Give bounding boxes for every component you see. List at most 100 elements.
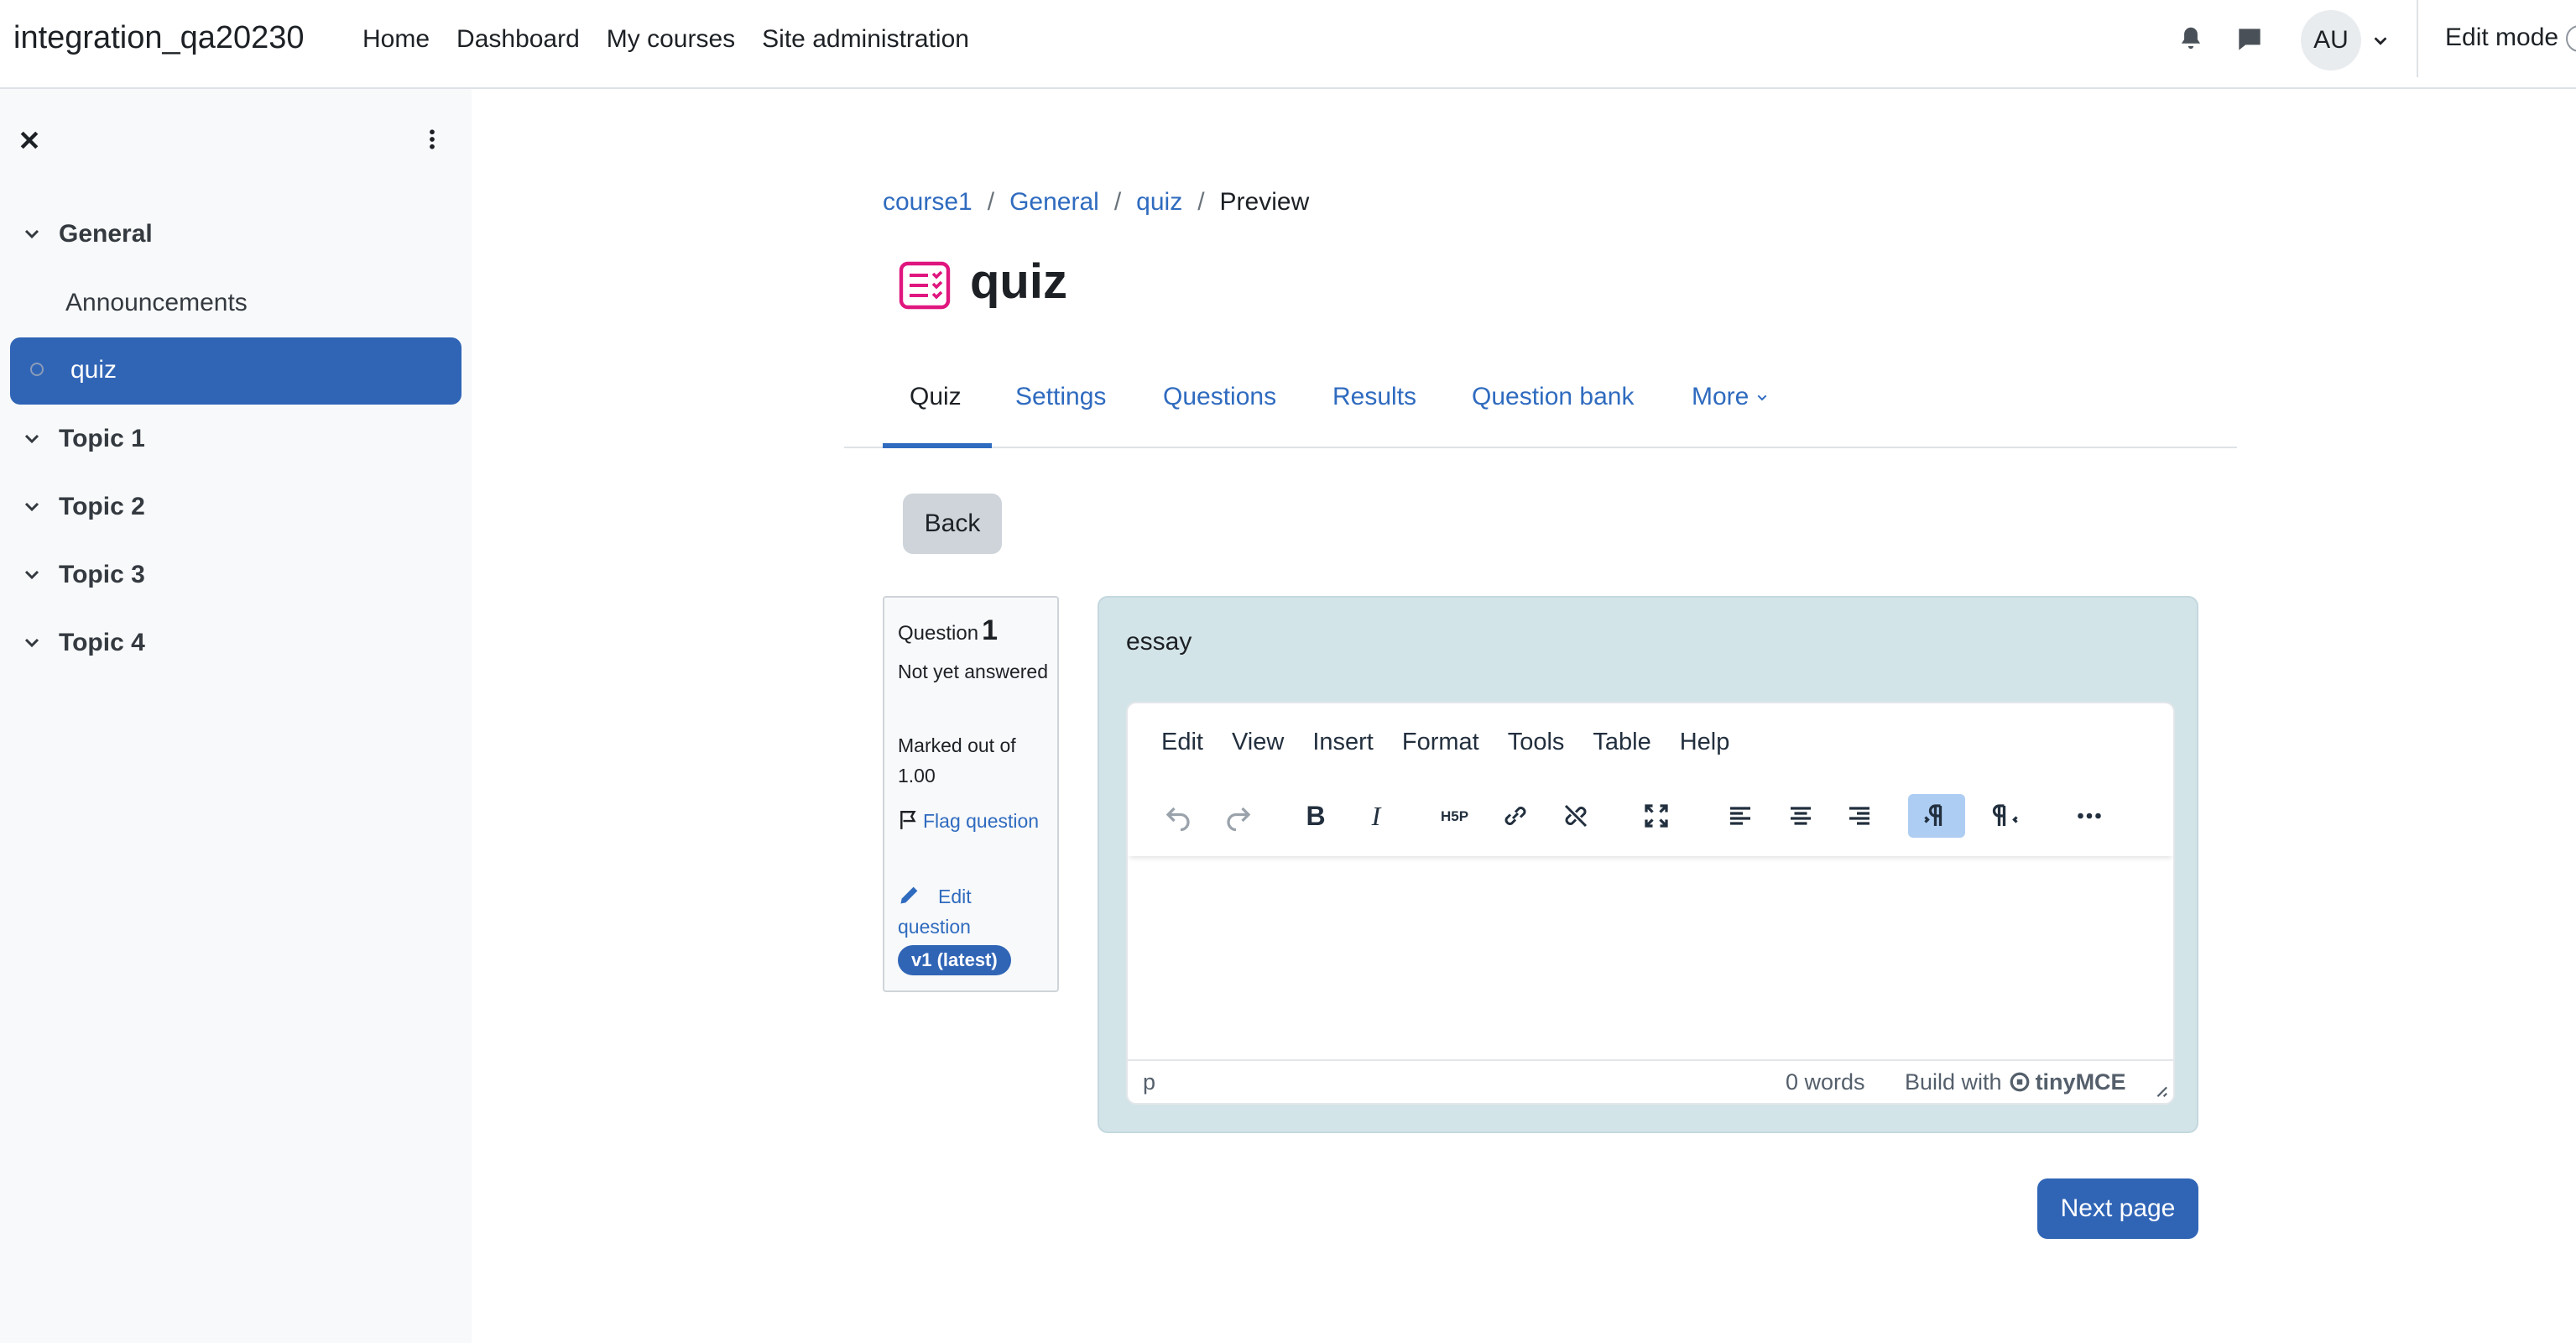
- edit-mode-toggle[interactable]: [2566, 25, 2576, 52]
- question-number-value: 1: [982, 614, 998, 646]
- align-left-icon: [1730, 807, 1750, 825]
- section-label: Topic 1: [59, 425, 145, 452]
- unlink-button[interactable]: [1554, 794, 1598, 838]
- bold-icon: B: [1306, 800, 1326, 831]
- align-center-button[interactable]: [1779, 794, 1822, 838]
- flag-icon: [900, 811, 916, 829]
- drawer-item-announcements[interactable]: Announcements: [65, 289, 248, 317]
- primary-navigation: Home Dashboard My courses Site administr…: [362, 25, 996, 54]
- close-icon[interactable]: [17, 128, 42, 153]
- menu-format[interactable]: Format: [1402, 729, 1479, 756]
- tab-settings[interactable]: Settings: [1015, 383, 1106, 411]
- undo-button[interactable]: [1156, 794, 1200, 838]
- completion-circle-icon: [30, 363, 44, 376]
- menu-table[interactable]: Table: [1593, 729, 1650, 756]
- link-button[interactable]: [1494, 794, 1537, 838]
- breadcrumb-separator: /: [987, 188, 995, 216]
- next-page-button[interactable]: Next page: [2037, 1178, 2198, 1239]
- element-path[interactable]: p: [1143, 1069, 1155, 1095]
- section-label: Topic 2: [59, 493, 145, 520]
- chevron-down-icon[interactable]: [2371, 32, 2390, 50]
- breadcrumb-current: Preview: [1219, 188, 1310, 216]
- breadcrumb-activity[interactable]: quiz: [1136, 188, 1182, 217]
- edit-question-link[interactable]: Edit question: [898, 881, 1049, 942]
- nav-my-courses[interactable]: My courses: [607, 25, 735, 54]
- word-count[interactable]: 0 words: [1786, 1069, 1865, 1095]
- section-topic-3[interactable]: Topic 3: [22, 561, 145, 589]
- editor-menubar: Edit View Insert Format Tools Table Help: [1161, 729, 1758, 756]
- redo-button[interactable]: [1217, 794, 1260, 838]
- section-label: Topic 4: [59, 629, 145, 656]
- menu-help[interactable]: Help: [1680, 729, 1730, 756]
- chevron-down-icon[interactable]: [22, 429, 42, 449]
- section-topic-1[interactable]: Topic 1: [22, 425, 145, 453]
- more-button[interactable]: [2068, 794, 2111, 838]
- drawer-item-quiz[interactable]: quiz: [10, 337, 461, 405]
- tab-quiz[interactable]: Quiz: [910, 383, 962, 411]
- tab-question-bank[interactable]: Question bank: [1472, 383, 1634, 411]
- breadcrumb-separator: /: [1113, 188, 1122, 216]
- section-general[interactable]: General: [22, 220, 153, 248]
- undo-icon: [1165, 807, 1190, 831]
- italic-button[interactable]: I: [1354, 794, 1398, 838]
- branding-name: tinyMCE: [2035, 1069, 2126, 1095]
- site-name[interactable]: integration_qa20230: [13, 20, 305, 56]
- menu-insert[interactable]: Insert: [1312, 729, 1374, 756]
- ltr-button[interactable]: [1908, 794, 1965, 838]
- section-topic-4[interactable]: Topic 4: [22, 629, 145, 657]
- pencil-icon: [900, 886, 918, 904]
- chat-icon[interactable]: [2234, 24, 2266, 55]
- nav-home[interactable]: Home: [362, 25, 430, 54]
- fullscreen-button[interactable]: [1635, 794, 1678, 838]
- align-left-button[interactable]: [1718, 794, 1762, 838]
- more-icon: [2078, 813, 2101, 819]
- editor-content-area[interactable]: [1128, 856, 2173, 1056]
- version-badge: v1 (latest): [898, 945, 1011, 975]
- menu-edit[interactable]: Edit: [1161, 729, 1203, 756]
- section-topic-2[interactable]: Topic 2: [22, 493, 145, 521]
- italic-icon: I: [1371, 800, 1381, 831]
- breadcrumb-course[interactable]: course1: [883, 188, 973, 217]
- align-right-icon: [1849, 807, 1869, 825]
- tab-results[interactable]: Results: [1332, 383, 1416, 411]
- breadcrumb-section[interactable]: General: [1009, 188, 1099, 217]
- chevron-down-icon[interactable]: [22, 497, 42, 517]
- tinymce-editor: Edit View Insert Format Tools Table Help…: [1126, 702, 2175, 1105]
- edit-mode-label: Edit mode: [2445, 24, 2559, 51]
- bold-button[interactable]: B: [1294, 794, 1338, 838]
- menu-view[interactable]: View: [1232, 729, 1284, 756]
- flag-question-label: Flag question: [923, 810, 1040, 832]
- question-state: Not yet answered: [898, 661, 1048, 682]
- redo-icon: [1227, 807, 1251, 831]
- resize-handle-icon[interactable]: [2153, 1083, 2168, 1098]
- chevron-down-icon[interactable]: [22, 565, 42, 585]
- align-right-button[interactable]: [1838, 794, 1881, 838]
- tab-questions[interactable]: Questions: [1163, 383, 1276, 411]
- chevron-down-icon[interactable]: [22, 224, 42, 244]
- breadcrumb-separator: /: [1197, 188, 1205, 216]
- flag-question-link[interactable]: Flag question: [898, 806, 1049, 836]
- tinymce-branding[interactable]: Build with tinyMCE: [1905, 1069, 2126, 1095]
- link-icon: [1504, 807, 1526, 825]
- question-grade: Marked out of 1.00: [898, 734, 1016, 786]
- menu-tools[interactable]: Tools: [1508, 729, 1565, 756]
- bell-icon[interactable]: [2175, 24, 2207, 55]
- chevron-down-icon[interactable]: [22, 633, 42, 653]
- page-title: quiz: [970, 254, 1067, 309]
- rtl-button[interactable]: [1984, 794, 2027, 838]
- question-label: Question: [898, 622, 979, 645]
- back-button[interactable]: Back: [903, 494, 1002, 554]
- drawer-item-label: quiz: [70, 356, 117, 384]
- h5p-button[interactable]: H5P: [1433, 794, 1477, 838]
- fullscreen-icon: [1645, 804, 1668, 828]
- user-avatar[interactable]: AU: [2301, 10, 2361, 71]
- svg-text:H5P: H5P: [1441, 808, 1468, 824]
- nav-site-administration[interactable]: Site administration: [762, 25, 969, 54]
- activity-tabs: Quiz Settings Questions Results Question…: [844, 369, 2237, 448]
- kebab-menu-icon[interactable]: [420, 124, 445, 154]
- nav-dashboard[interactable]: Dashboard: [456, 25, 580, 54]
- tab-more-label: More: [1692, 383, 1749, 410]
- active-tab-indicator: [883, 443, 992, 448]
- tab-more[interactable]: More: [1692, 383, 1769, 411]
- editor-toolbar: B I H5P: [1128, 779, 2173, 856]
